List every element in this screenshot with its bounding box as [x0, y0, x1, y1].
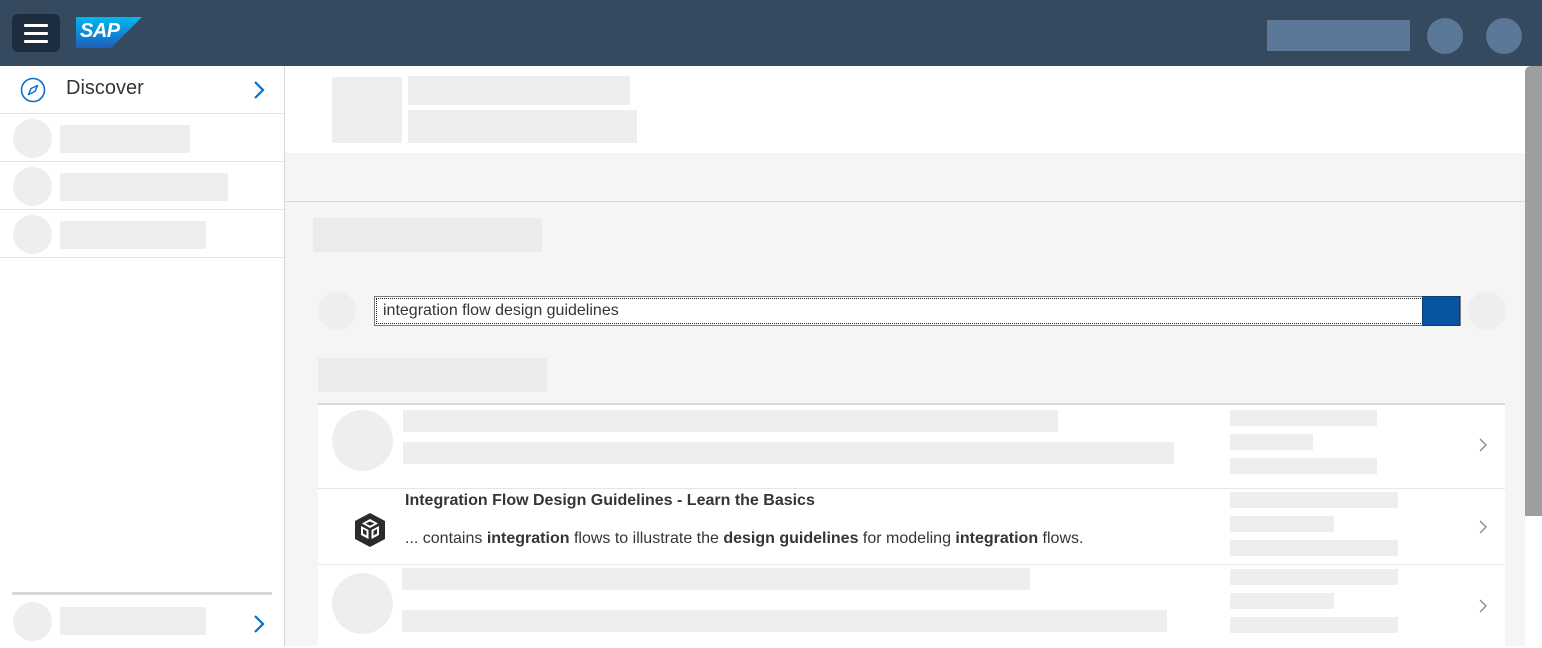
results-list: Integration Flow Design Guidelines - Lea… [318, 403, 1505, 646]
search-input[interactable] [383, 300, 1413, 322]
list-item[interactable]: Integration Flow Design Guidelines - Lea… [318, 489, 1505, 565]
text-placeholder [1230, 516, 1334, 532]
avatar-placeholder [13, 602, 52, 641]
chevron-right-icon [1479, 599, 1487, 613]
text-placeholder [403, 442, 1174, 464]
logo-text: SAP [80, 20, 120, 42]
scrollbar-thumb[interactable] [1525, 66, 1542, 516]
main-content: Integration Flow Design Guidelines - Lea… [285, 66, 1525, 646]
icon-placeholder [1468, 292, 1506, 330]
result-title[interactable]: Integration Flow Design Guidelines - Lea… [405, 492, 815, 510]
avatar-placeholder [13, 167, 52, 206]
chevron-right-icon [1479, 438, 1487, 452]
list-item[interactable] [318, 565, 1505, 648]
header-band [285, 153, 1525, 202]
title-placeholder [408, 76, 630, 105]
text-placeholder [1230, 410, 1377, 426]
chevron-right-icon [1479, 520, 1487, 534]
scrollbar[interactable] [1525, 66, 1542, 646]
sidebar-item-placeholder[interactable] [0, 210, 284, 258]
text-placeholder [402, 610, 1167, 632]
sidebar-item-discover[interactable]: Discover [0, 66, 284, 114]
avatar-placeholder [13, 215, 52, 254]
shell-bar: SAP [0, 0, 1542, 66]
sidebar-item-label: Discover [66, 77, 144, 99]
icon-placeholder [318, 292, 356, 330]
chevron-right-icon[interactable] [252, 613, 266, 635]
icon-placeholder [332, 410, 393, 471]
section-title-placeholder [313, 218, 542, 252]
sidebar-divider [12, 592, 272, 595]
shell-placeholder [1267, 20, 1410, 51]
list-item[interactable] [318, 405, 1505, 489]
text-placeholder [1230, 593, 1334, 609]
package-icon [355, 513, 385, 547]
sidebar-item-placeholder[interactable] [0, 162, 284, 210]
subtitle-placeholder [408, 110, 637, 143]
search-field[interactable] [374, 296, 1461, 326]
text-placeholder [1230, 569, 1398, 585]
chevron-right-icon [254, 81, 265, 99]
menu-button[interactable] [12, 14, 60, 52]
compass-icon [20, 77, 46, 103]
text-placeholder [60, 221, 206, 249]
sap-logo[interactable]: SAP [76, 17, 142, 48]
text-placeholder [1230, 458, 1377, 474]
hamburger-icon [24, 23, 48, 27]
text-placeholder [402, 568, 1030, 590]
text-placeholder [60, 173, 228, 201]
icon-placeholder [332, 573, 393, 634]
page-header [285, 66, 1525, 153]
text-placeholder [1230, 617, 1398, 633]
sidebar-item-placeholder[interactable] [0, 114, 284, 162]
search-button[interactable] [1422, 296, 1460, 326]
result-description: ... contains integration flows to illust… [405, 530, 1084, 547]
text-placeholder [60, 125, 190, 153]
image-placeholder [332, 77, 402, 143]
results-title-placeholder [318, 358, 547, 392]
text-placeholder [1230, 540, 1398, 556]
text-placeholder [403, 410, 1058, 432]
shell-avatar-placeholder[interactable] [1486, 18, 1522, 54]
text-placeholder [1230, 434, 1313, 450]
avatar-placeholder [13, 119, 52, 158]
text-placeholder [1230, 492, 1398, 508]
shell-avatar-placeholder[interactable] [1427, 18, 1463, 54]
sidebar: Discover [0, 66, 285, 646]
text-placeholder [60, 607, 206, 635]
